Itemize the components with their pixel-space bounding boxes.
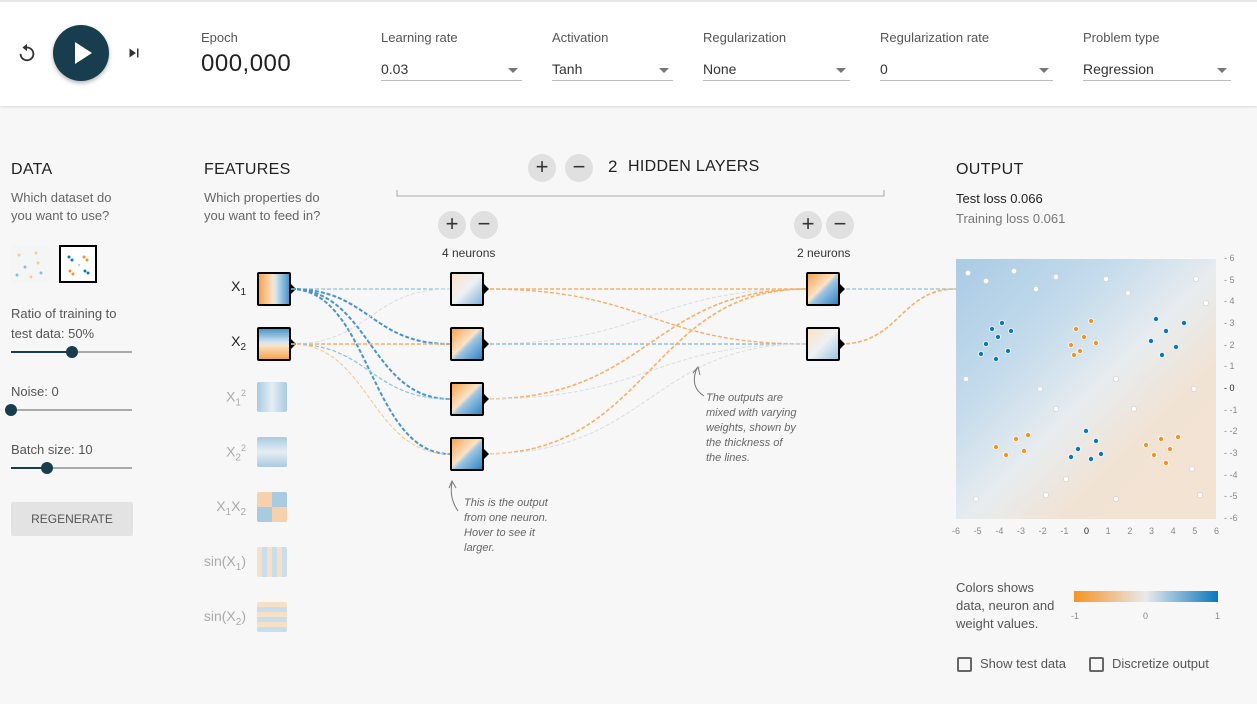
output-heatmap[interactable] — [956, 259, 1216, 519]
add-neuron-layer2-button[interactable]: + — [794, 211, 822, 239]
legend-text-1: Colors shows — [956, 580, 1035, 595]
legend-min: -1 — [1071, 611, 1080, 621]
color-legend-bar — [1074, 591, 1218, 602]
output-points — [963, 268, 1209, 502]
add-neuron-layer1-button[interactable]: + — [438, 211, 466, 239]
y-tick-label: - -6 — [1224, 513, 1238, 523]
link — [290, 343, 451, 400]
training-loss-value: 0.061 — [1032, 211, 1066, 226]
output-title: OUTPUT — [956, 161, 1024, 178]
x-tick-label: -2 — [1038, 526, 1047, 536]
legend-text-2: data, neuron and — [956, 598, 1055, 613]
link — [483, 288, 807, 345]
neuron-arrow — [840, 339, 845, 349]
neuron-2-1[interactable] — [806, 272, 840, 306]
neuron-arrow — [484, 394, 489, 404]
x-tick-label: -6 — [952, 526, 961, 536]
neuron-arrow — [484, 339, 489, 349]
neuron-2-2[interactable] — [806, 327, 840, 361]
y-tick-label: - 2 — [1224, 339, 1235, 350]
note-neuron: This is the output from one neuron. Hove… — [464, 497, 548, 554]
y-tick-label: - -5 — [1224, 491, 1238, 502]
y-tick-label: - -3 — [1224, 448, 1238, 458]
training-loss-label: Training loss — [956, 211, 1030, 226]
x-tick-label: 6 — [1214, 526, 1220, 536]
neuron-1-4[interactable] — [450, 437, 484, 471]
link — [483, 288, 807, 345]
neuron-1-2[interactable] — [450, 327, 484, 361]
remove-layer-button[interactable]: − — [565, 154, 593, 182]
legend-mid: 0 — [1143, 611, 1149, 621]
x-tick-label: -3 — [1017, 526, 1026, 536]
x-tick-label: -4 — [995, 526, 1004, 536]
x-tick-label: 1 — [1105, 526, 1111, 536]
discretize-output-label: Discretize output — [1112, 656, 1209, 671]
y-tick-label: - 6 — [1224, 253, 1235, 263]
layer1-neuron-count: 4 neurons — [442, 246, 496, 260]
arrow-icon — [448, 479, 457, 489]
x-tick-label: 3 — [1149, 526, 1155, 536]
test-loss: Test loss 0.066 — [956, 191, 1043, 206]
y-tick-label: - 0 — [1224, 383, 1235, 393]
layer2-neuron-count: 2 neurons — [797, 246, 851, 260]
hidden-layers-count: 2 — [608, 157, 618, 176]
hidden-layers-bracket — [396, 190, 885, 197]
neuron-1-1[interactable] — [450, 272, 484, 306]
x-tick-label: 2 — [1127, 526, 1133, 536]
link — [290, 343, 451, 455]
y-tick-label: - -1 — [1224, 404, 1238, 415]
neuron-arrow — [484, 284, 489, 294]
discretize-output-checkbox[interactable] — [1089, 657, 1104, 672]
y-tick-label: - -4 — [1224, 469, 1238, 480]
y-tick-label: - 5 — [1224, 274, 1235, 285]
y-tick-label: - 1 — [1224, 361, 1235, 372]
y-tick-label: - 3 — [1224, 318, 1235, 328]
x-tick-label: -1 — [1060, 526, 1069, 536]
legend-text-3: weight values. — [956, 616, 1039, 631]
x-tick-label: -5 — [973, 526, 982, 536]
hidden-layers-label: HIDDEN LAYERS — [628, 158, 760, 175]
y-tick-label: - 4 — [1224, 296, 1235, 307]
training-loss: Training loss 0.061 — [956, 211, 1065, 226]
add-layer-button[interactable]: + — [528, 154, 556, 182]
x-tick-label: 0 — [1084, 526, 1090, 536]
link — [290, 288, 451, 345]
link — [839, 288, 957, 345]
neuron-1-3[interactable] — [450, 382, 484, 416]
show-test-data-checkbox[interactable] — [957, 657, 972, 672]
x-tick-label: 4 — [1170, 526, 1176, 536]
test-loss-label: Test loss — [956, 191, 1007, 206]
note-weights: The outputs are mixed with varying weigh… — [706, 392, 797, 464]
test-loss-value: 0.066 — [1010, 191, 1043, 206]
neuron-arrow — [840, 284, 845, 294]
legend-max: 1 — [1215, 611, 1221, 621]
x-tick-label: 5 — [1192, 526, 1198, 536]
y-tick-label: - -2 — [1224, 426, 1238, 437]
show-test-data-label: Show test data — [980, 656, 1066, 671]
neuron-arrow — [484, 449, 489, 459]
remove-neuron-layer1-button[interactable]: − — [470, 211, 498, 239]
remove-neuron-layer2-button[interactable]: − — [826, 211, 854, 239]
